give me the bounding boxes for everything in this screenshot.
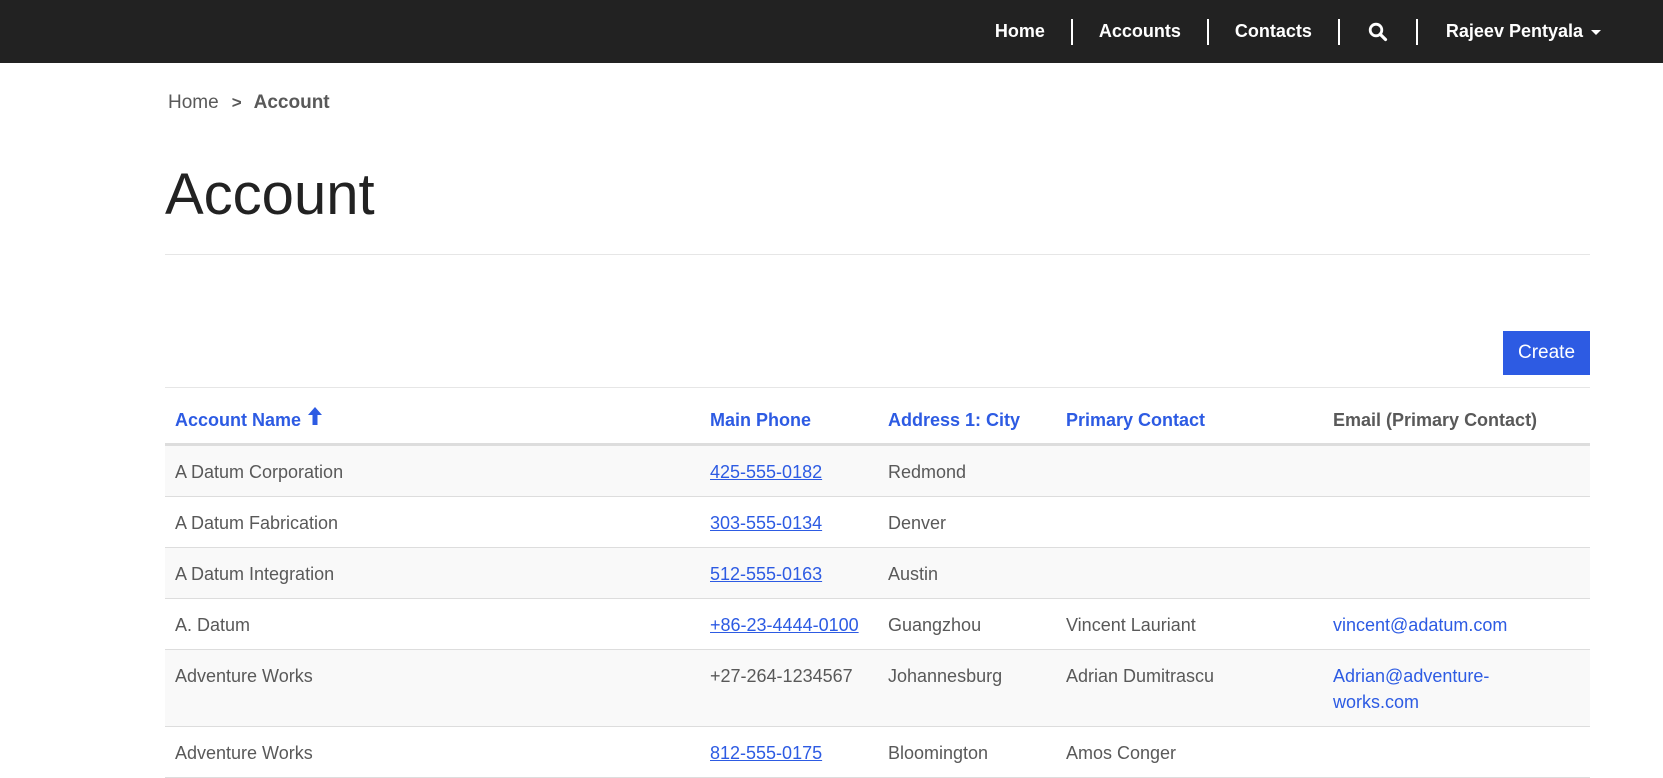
breadcrumb-current: Account (253, 92, 330, 113)
cell-city: Johannesburg (878, 649, 1056, 727)
column-header-primary-contact[interactable]: Primary Contact (1056, 398, 1323, 446)
cell-city: Bloomington (878, 726, 1056, 778)
cell-account-name: A Datum Fabrication (165, 496, 700, 548)
cell-primary-contact: Adrian Dumitrascu (1056, 649, 1323, 727)
cell-primary-contact: Vincent Lauriant (1056, 598, 1323, 650)
main-content: Home > Account Account Create Account Na… (165, 63, 1590, 778)
cell-account-name: A Datum Integration (165, 547, 700, 599)
table-body: A Datum Corporation 425-555-0182 Redmond A … (165, 444, 1590, 778)
column-header-account-name[interactable]: Account Name (165, 398, 700, 446)
cell-primary-contact-text: Adrian Dumitrascu (1066, 666, 1215, 686)
phone-link[interactable]: 303-555-0134 (710, 513, 822, 533)
cell-city: Guangzhou (878, 598, 1056, 650)
breadcrumb-home-link[interactable]: Home (168, 92, 219, 114)
breadcrumb-separator: > (231, 93, 242, 112)
cell-account-name-text: A Datum Integration (175, 564, 335, 584)
cell-email: Adrian@adventure-works.com (1323, 649, 1590, 727)
email-link[interactable]: Adrian@adventure-works.com (1333, 663, 1508, 715)
cell-primary-contact (1056, 547, 1323, 599)
cell-city: Austin (878, 547, 1056, 599)
page-title: Account (165, 162, 375, 227)
cell-city-text: Redmond (888, 462, 967, 482)
cell-email (1323, 726, 1590, 778)
column-header-city[interactable]: Address 1: City (878, 398, 1056, 446)
cell-account-name: A Datum Corporation (165, 444, 700, 497)
cell-main-phone: 512-555-0163 (700, 547, 878, 599)
cell-email (1323, 547, 1590, 599)
nav-contacts-link[interactable]: Contacts (1209, 21, 1338, 42)
column-header-main-phone[interactable]: Main Phone (700, 398, 878, 446)
cell-account-name-text: Adventure Works (175, 666, 313, 686)
column-header-email: Email (Primary Contact) (1323, 398, 1590, 446)
cell-account-name: Adventure Works (165, 726, 700, 778)
cell-primary-contact: Amos Conger (1056, 726, 1323, 778)
search-icon (1368, 22, 1388, 41)
phone-link[interactable]: +86-23-4444-0100 (710, 615, 859, 635)
cell-city-text: Austin (888, 564, 939, 584)
table-row: Adventure Works 812-555-0175 Bloomington Am… (165, 726, 1590, 778)
cell-email (1323, 444, 1590, 497)
cell-account-name-text: Adventure Works (175, 743, 313, 763)
cell-primary-contact (1056, 444, 1323, 497)
cell-city-text: Johannesburg (888, 666, 1003, 686)
cell-account-name-text: A Datum Fabrication (175, 513, 339, 533)
phone-link[interactable]: 425-555-0182 (710, 462, 822, 482)
search-button[interactable] (1340, 22, 1416, 42)
cell-city: Denver (878, 496, 1056, 548)
table-row: A Datum Integration 512-555-0163 Austin (165, 547, 1590, 599)
create-button[interactable]: Create (1503, 331, 1590, 375)
phone-link[interactable]: 512-555-0163 (710, 564, 822, 584)
table-row: A Datum Fabrication 303-555-0134 Denver (165, 496, 1590, 548)
cell-primary-contact-text: Vincent Lauriant (1066, 615, 1196, 635)
cell-account-name: A. Datum (165, 598, 700, 650)
email-link[interactable]: vincent@adatum.com (1333, 615, 1507, 635)
sort-ascending-icon (307, 406, 323, 431)
cell-city: Redmond (878, 444, 1056, 497)
title-divider (165, 254, 1590, 255)
table-header-row: Account Name Main Phone Address 1: City … (165, 398, 1590, 446)
cell-primary-contact-text: Amos Conger (1066, 743, 1177, 763)
phone-link[interactable]: 812-555-0175 (710, 743, 822, 763)
cell-account-name-text: A. Datum (175, 615, 251, 635)
accounts-table: Account Name Main Phone Address 1: City … (165, 398, 1590, 778)
cell-main-phone: 425-555-0182 (700, 444, 878, 497)
table-row: A. Datum +86-23-4444-0100 Guangzhou Vincent… (165, 598, 1590, 650)
column-header-label: Account Name (175, 409, 302, 430)
cell-city-text: Guangzhou (888, 615, 982, 635)
nav-accounts-link[interactable]: Accounts (1073, 21, 1207, 42)
cell-email (1323, 496, 1590, 548)
table-row: A Datum Corporation 425-555-0182 Redmond (165, 444, 1590, 497)
cell-account-name-text: A Datum Corporation (175, 462, 344, 482)
cell-main-phone: 303-555-0134 (700, 496, 878, 548)
actions-divider (165, 387, 1590, 388)
phone-text: +27-264-1234567 (710, 666, 853, 686)
user-name: Rajeev Pentyala (1445, 21, 1583, 41)
nav-home-link[interactable]: Home (969, 21, 1071, 42)
top-navbar: Home Accounts Contacts Rajeev Pentyala (0, 0, 1663, 63)
cell-primary-contact (1056, 496, 1323, 548)
user-menu-toggle[interactable]: Rajeev Pentyala (1418, 21, 1601, 42)
cell-email: vincent@adatum.com (1323, 598, 1590, 650)
cell-city-text: Bloomington (888, 743, 989, 763)
cell-main-phone: +86-23-4444-0100 (700, 598, 878, 650)
cell-main-phone: 812-555-0175 (700, 726, 878, 778)
cell-account-name: Adventure Works (165, 649, 700, 727)
cell-city-text: Denver (888, 513, 947, 533)
table-row: Adventure Works +27-264-1234567 Johannesbu… (165, 649, 1590, 727)
cell-main-phone: +27-264-1234567 (700, 649, 878, 727)
caret-down-icon (1591, 30, 1601, 35)
nav-menu: Home Accounts Contacts Rajeev Pentyala (969, 0, 1601, 63)
breadcrumb: Home > Account (168, 91, 1590, 115)
